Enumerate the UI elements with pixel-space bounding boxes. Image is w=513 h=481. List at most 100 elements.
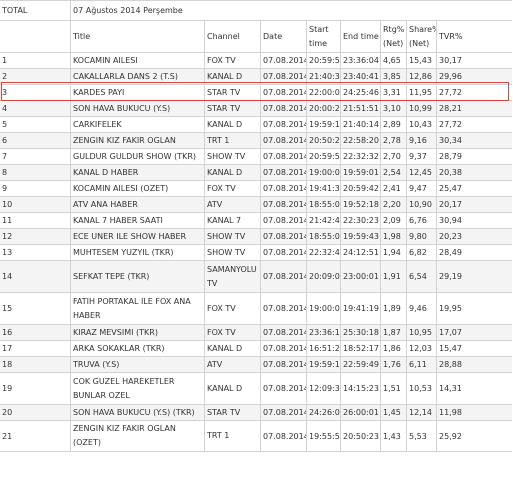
- cell-rank: 11: [2, 216, 13, 225]
- cell-share: 11,95: [406, 85, 436, 100]
- cell-rtg: 2,09: [380, 213, 406, 228]
- cell-end-time: 19:52:18: [340, 197, 380, 212]
- cell-start-time: 19:55:57: [306, 421, 340, 451]
- cell-start-time: 20:50:23: [306, 133, 340, 148]
- cell-end-time: 23:40:41: [340, 69, 380, 84]
- cell-channel: SAMANYOLU TV: [204, 261, 260, 292]
- cell-rtg: 1,89: [380, 293, 406, 324]
- cell-title: TRUVA (Y.S): [70, 357, 204, 372]
- cell-end-time: 18:52:17: [340, 341, 380, 356]
- table-row: 11 KANAL 7 HABER SAATI KANAL 7 07.08.2014 21…: [0, 212, 512, 228]
- cell-title: ZENGIN KIZ FAKIR OGLAN: [70, 133, 204, 148]
- cell-tvr: 25,92: [436, 421, 512, 451]
- cell-rtg: 2,78: [380, 133, 406, 148]
- cell-date: 07.08.2014: [260, 165, 306, 180]
- cell-date: 07.08.2014: [260, 181, 306, 196]
- cell-tvr: 25,47: [436, 181, 512, 196]
- cell-tvr: 27,72: [436, 85, 512, 100]
- table-row: 8KANAL D HABERKANAL D07.08.201419:00:051…: [0, 164, 512, 180]
- cell-share: 9,46: [406, 293, 436, 324]
- cell-rank: 7: [2, 152, 8, 161]
- cell-channel: FOX TV: [204, 181, 260, 196]
- cell-rtg: 1,45: [380, 405, 406, 420]
- cell-rank: 20: [2, 408, 13, 417]
- cell-rank: 2: [2, 72, 8, 81]
- cell-rank: 10: [2, 200, 13, 209]
- cell-start-time: 20:59:54: [306, 149, 340, 164]
- cell-channel: KANAL D: [204, 69, 260, 84]
- cell-channel: FOX TV: [204, 325, 260, 340]
- cell-date: 07.08.2014: [260, 117, 306, 132]
- cell-date: 07.08.2014: [260, 325, 306, 340]
- cell-channel: KANAL 7: [204, 213, 260, 228]
- table-row: 13 MUHTESEM YUZYIL (TKR) SHOW TV 07.08.2014…: [0, 244, 512, 260]
- cell-end-time: 23:36:04: [340, 53, 380, 68]
- cell-start-time: 19:41:30: [306, 181, 340, 196]
- cell-rank: 17: [2, 344, 13, 353]
- cell-date: 07.08.2014: [260, 197, 306, 212]
- cell-title: SON HAVA BUKUCU (Y.S): [70, 101, 204, 116]
- cell-end-time: 21:40:14: [340, 117, 380, 132]
- cell-start-time: 21:40:37: [306, 69, 340, 84]
- cell-start-time: 21:42:46: [306, 213, 340, 228]
- table-row: 18 TRUVA (Y.S)ATV07.08.201419:59:1122:59:…: [0, 356, 512, 372]
- table-row: 16 KIRAZ MEVSIMI (TKR) FOX TV 07.08.2014 23:…: [0, 324, 512, 340]
- cell-tvr: 30,94: [436, 213, 512, 228]
- table-row: 12 ECE UNER ILE SHOW HABER SHOW TV 07.08.20…: [0, 228, 512, 244]
- cell-date: 07.08.2014: [260, 69, 306, 84]
- cell-channel: KANAL D: [204, 117, 260, 132]
- cell-end-time: 14:15:23: [340, 373, 380, 404]
- cell-share: 9,16: [406, 133, 436, 148]
- cell-rtg: 3,31: [380, 85, 406, 100]
- table-row: 19 COK GUZEL HAREKETLER BUNLAR OZEL KANAL …: [0, 372, 512, 404]
- cell-share: 10,95: [406, 325, 436, 340]
- cell-tvr: 15,47: [436, 341, 512, 356]
- cell-rtg: 1,94: [380, 245, 406, 260]
- cell-start-time: 19:00:00: [306, 293, 340, 324]
- cell-title: COK GUZEL HAREKETLER BUNLAR OZEL: [70, 373, 204, 404]
- cell-start-time: 22:00:04: [306, 85, 340, 100]
- cell-title: CARKIFELEK: [70, 117, 204, 132]
- cell-share: 10,43: [406, 117, 436, 132]
- cell-title: SEFKAT TEPE (TKR): [70, 261, 204, 292]
- header-start-time: Start time: [306, 21, 340, 52]
- cell-channel: SHOW TV: [204, 245, 260, 260]
- cell-channel: ATV: [204, 357, 260, 372]
- cell-title: KOCAMIN AILESI: [70, 53, 204, 68]
- cell-channel: STAR TV: [204, 405, 260, 420]
- date-label: 07 Ağustos 2014 Perşembe: [70, 1, 512, 20]
- cell-share: 6,54: [406, 261, 436, 292]
- cell-rtg: 1,87: [380, 325, 406, 340]
- cell-tvr: 27,72: [436, 117, 512, 132]
- cell-rank: 8: [2, 168, 8, 177]
- cell-date: 07.08.2014: [260, 101, 306, 116]
- cell-date: 07.08.2014: [260, 229, 306, 244]
- header-end-time: End time: [340, 21, 380, 52]
- cell-rtg: 1,98: [380, 229, 406, 244]
- cell-channel: KANAL D: [204, 373, 260, 404]
- cell-start-time: 19:00:05: [306, 165, 340, 180]
- cell-share: 9,37: [406, 149, 436, 164]
- cell-rtg: 3,85: [380, 69, 406, 84]
- cell-rank: 9: [2, 184, 8, 193]
- cell-start-time: 20:00:28: [306, 101, 340, 116]
- table-row: 15 FATIH PORTAKAL ILE FOX ANA HABER FOX TV…: [0, 292, 512, 324]
- cell-share: 10,90: [406, 197, 436, 212]
- cell-tvr: 28,49: [436, 245, 512, 260]
- cell-channel: SHOW TV: [204, 149, 260, 164]
- cell-end-time: 25:30:18: [340, 325, 380, 340]
- cell-date: 07.08.2014: [260, 421, 306, 451]
- cell-tvr: 20,38: [436, 165, 512, 180]
- cell-share: 10,99: [406, 101, 436, 116]
- cell-channel: KANAL D: [204, 341, 260, 356]
- cell-date: 07.08.2014: [260, 53, 306, 68]
- cell-end-time: 23:00:01: [340, 261, 380, 292]
- total-label: TOTAL: [2, 6, 28, 15]
- cell-start-time: 12:09:31: [306, 373, 340, 404]
- table-row: 21 ZENGIN KIZ FAKIR OGLAN (OZET) TRT 1 07.0…: [0, 420, 512, 452]
- cell-start-time: 20:09:04: [306, 261, 340, 292]
- table-row: 1 KOCAMIN AILESIFOX TV07.08.201420:59:512…: [0, 52, 512, 68]
- cell-end-time: 22:30:23: [340, 213, 380, 228]
- cell-tvr: 14,31: [436, 373, 512, 404]
- header-share: Share% (Net): [406, 21, 436, 52]
